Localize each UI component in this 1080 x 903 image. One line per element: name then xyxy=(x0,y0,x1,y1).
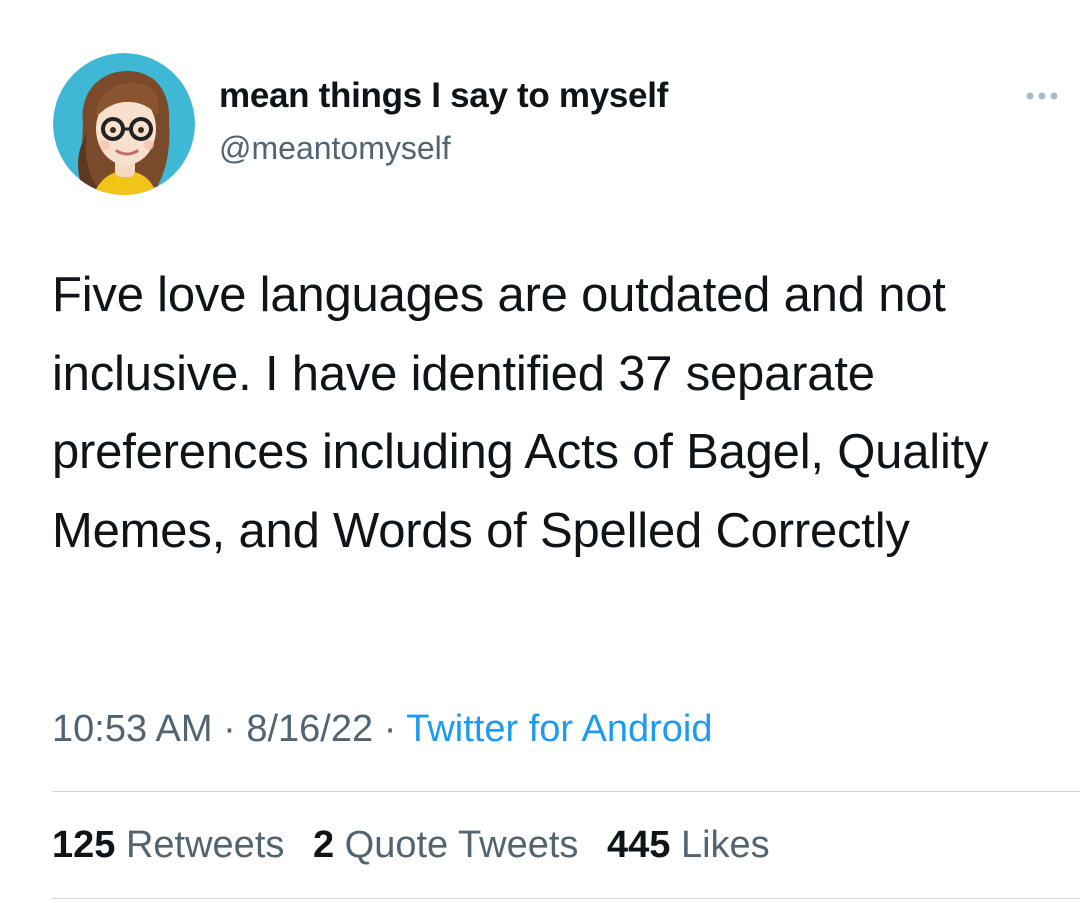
meta-separator: · xyxy=(383,708,397,750)
more-options-icon xyxy=(1026,92,1058,100)
retweets-label: Retweets xyxy=(125,824,285,866)
cartoon-woman-avatar-icon xyxy=(53,53,195,195)
divider xyxy=(52,791,1080,792)
tweet-stats: 125 Retweets 2 Quote Tweets 445 Likes xyxy=(52,824,788,867)
likes-stat[interactable]: 445 Likes xyxy=(607,824,770,867)
tweet-time[interactable]: 10:53 AM xyxy=(52,708,213,750)
more-options-button[interactable] xyxy=(1018,86,1074,106)
avatar[interactable] xyxy=(53,53,195,195)
tweet-card: mean things I say to myself @meantomysel… xyxy=(0,0,1080,903)
tweet-metadata: 10:53 AM · 8/16/22 · Twitter for Android xyxy=(52,708,712,751)
meta-separator: · xyxy=(223,708,236,750)
tweet-source-link[interactable]: Twitter for Android xyxy=(406,708,712,750)
quote-tweets-stat[interactable]: 2 Quote Tweets xyxy=(313,824,578,867)
author-display-name[interactable]: mean things I say to myself xyxy=(219,76,668,116)
author-handle[interactable]: @meantomyself xyxy=(219,130,451,167)
quotes-label: Quote Tweets xyxy=(344,824,579,866)
likes-count: 445 xyxy=(606,824,671,866)
tweet-date[interactable]: 8/16/22 xyxy=(246,708,373,750)
retweets-count: 125 xyxy=(52,824,116,866)
tweet-text: Five love languages are outdated and not… xyxy=(52,268,989,558)
quotes-count: 2 xyxy=(312,824,335,866)
retweets-stat[interactable]: 125 Retweets xyxy=(52,824,284,867)
likes-label: Likes xyxy=(680,824,770,866)
divider xyxy=(52,898,1080,899)
